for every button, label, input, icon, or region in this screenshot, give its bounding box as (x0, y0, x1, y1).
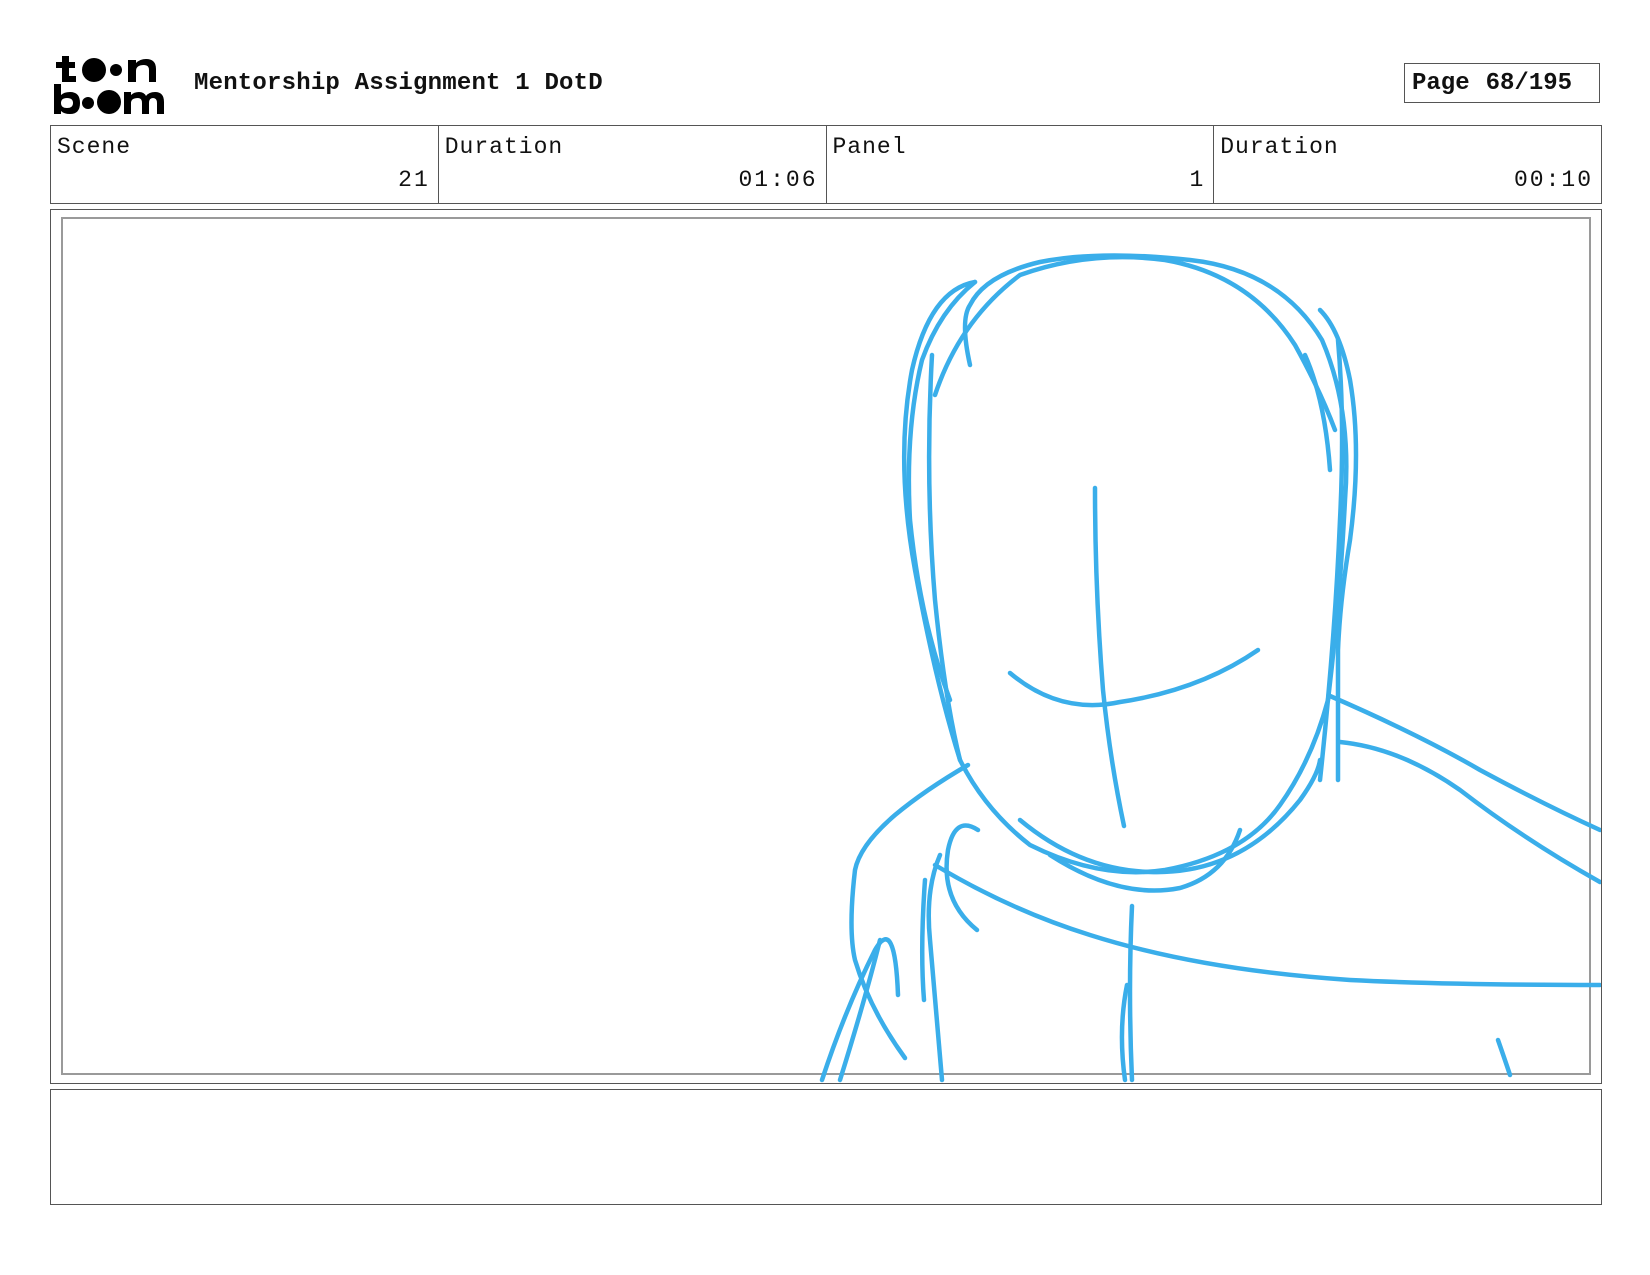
sketch-collar-inner (944, 823, 981, 933)
sketch-chin (1047, 827, 1243, 893)
sketch-collar-left (849, 762, 971, 1061)
sketch-face-center-line (1092, 485, 1127, 829)
sketch-shirt-center (1127, 903, 1135, 1083)
sketch-collar-inner-2 (926, 852, 945, 1083)
panel-notes-box (50, 1089, 1602, 1205)
sketch-scarf (932, 862, 1601, 988)
sketch-right-tick (1495, 1037, 1513, 1078)
sketch-jaw (1017, 757, 1323, 875)
sketch-face-eye-line (1007, 647, 1261, 708)
sketch-shoulder-left-3 (919, 877, 928, 1003)
sketch-shirt-center-2 (1119, 982, 1130, 1083)
storyboard-sketch (819, 253, 1601, 1083)
sketch-head-outline (901, 253, 1349, 875)
sketch-head-inner (932, 254, 1338, 433)
sketch-shoulder-right (1327, 693, 1601, 833)
